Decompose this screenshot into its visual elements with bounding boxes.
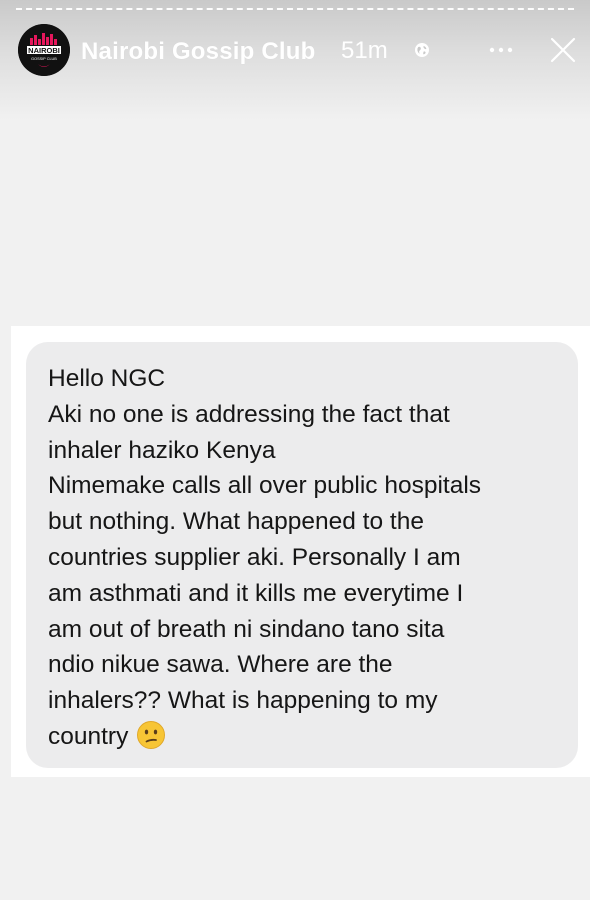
message-line: ndio nikue sawa. Where are the — [48, 651, 393, 679]
message-line-text: country — [48, 722, 129, 750]
message-line: inhaler haziko Kenya — [48, 436, 276, 464]
avatar-logo-text: NAIROBI — [28, 46, 60, 55]
message-last-line: country — [48, 719, 558, 755]
message-line: am asthmati and it kills me everytime I — [48, 579, 464, 607]
message-line: am out of breath ni sindano tano sita — [48, 615, 445, 643]
message-line: Nimemake calls all over public hospitals — [48, 472, 482, 500]
message-bubble: Hello NGC Aki no one is addressing the f… — [26, 342, 578, 768]
nairobi-gossip-club-logo: NAIROBI GOSSIP CLUB — [18, 24, 70, 76]
message-line: countries supplier aki. Personally I am — [48, 543, 461, 571]
globe-icon — [415, 43, 429, 57]
story-progress-bar — [16, 8, 574, 12]
avatar[interactable]: NAIROBI GOSSIP CLUB — [18, 24, 70, 76]
message-line: Aki no one is addressing the fact that — [48, 400, 450, 428]
account-name[interactable]: Nairobi Gossip Club — [81, 38, 315, 66]
post-time: 51m — [341, 37, 388, 64]
message-line: Hello NGC — [48, 365, 166, 392]
close-icon[interactable] — [549, 36, 577, 64]
message-line: but nothing. What happened to the — [48, 508, 424, 536]
confused-face-icon — [137, 720, 166, 749]
message-line: inhalers?? What is happening to my — [48, 687, 438, 715]
story-header: NAIROBI GOSSIP CLUB Nairobi Gossip Club … — [18, 22, 578, 78]
avatar-logo-subtext: GOSSIP CLUB — [31, 57, 57, 61]
more-options-icon[interactable] — [487, 40, 515, 60]
